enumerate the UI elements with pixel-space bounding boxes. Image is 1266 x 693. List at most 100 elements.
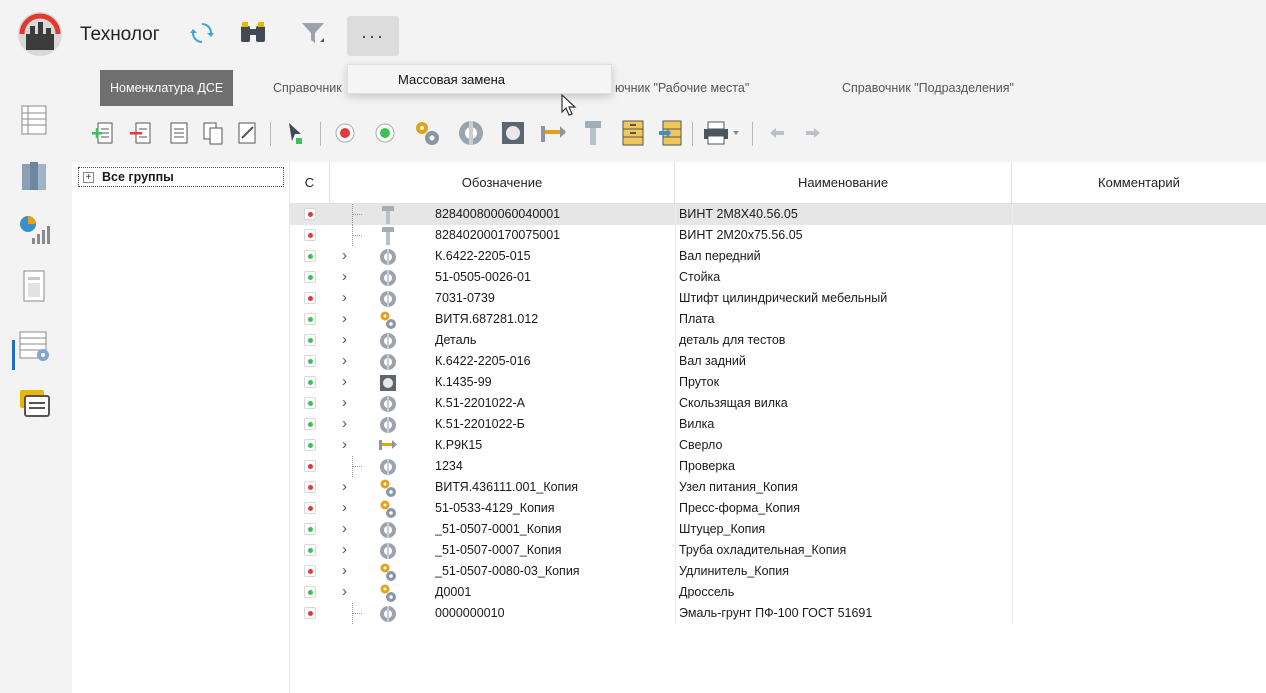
tree-root-all-groups[interactable]: + Все группы (78, 167, 284, 187)
circle-part-icon[interactable] (456, 118, 486, 148)
tab-departments[interactable]: Справочник "Подразделения" (842, 70, 1014, 106)
table-row[interactable]: › _51-0507-0007_Копия Труба охладительная_… (290, 540, 1266, 561)
expand-chevron-icon[interactable]: › (342, 330, 347, 350)
books-icon[interactable] (16, 158, 52, 194)
forward-arrow-icon[interactable] (798, 118, 828, 148)
table-settings-icon[interactable] (16, 328, 52, 364)
table-row[interactable]: › _51-0507-0001_Копия Штуцер_Копия (290, 519, 1266, 540)
column-divider (675, 414, 676, 435)
document-icon[interactable] (16, 268, 52, 304)
table-row[interactable]: › ВИТЯ.436111.001_Копия Узел питания_Копия (290, 477, 1266, 498)
table-row[interactable]: › 51-0505-0026-01 Стойка (290, 267, 1266, 288)
table-row[interactable]: 828402000170075001 ВИНТ 2М20х75.56.05 (290, 225, 1266, 246)
expand-chevron-icon[interactable]: › (342, 393, 347, 413)
bolt-icon[interactable] (578, 118, 608, 148)
column-divider (1012, 246, 1013, 267)
table-row[interactable]: › К.6422-2205-016 Вал задний (290, 351, 1266, 372)
square-icon (378, 373, 398, 393)
cell-name: ВИНТ 2М20х75.56.05 (679, 228, 803, 242)
table-row[interactable]: › К.6422-2205-015 Вал передний (290, 246, 1266, 267)
cursor-icon[interactable] (280, 118, 310, 148)
table-row[interactable]: 0000000010 Эмаль-грунт ПФ-100 ГОСТ 51691 (290, 603, 1266, 624)
column-header-status[interactable]: С (290, 162, 330, 204)
column-header-name[interactable]: Наименование (675, 162, 1012, 204)
column-divider (1012, 477, 1013, 498)
gears-icon[interactable] (412, 118, 442, 148)
menu-item-mass-replace[interactable]: Массовая замена (398, 72, 505, 87)
tab-directory[interactable]: Справочник (273, 70, 345, 106)
edit-icon[interactable] (232, 118, 262, 148)
table-row[interactable]: › Д0001 Дроссель (290, 582, 1266, 603)
tab-workplaces[interactable]: ючник "Рабочие места" (615, 70, 749, 106)
table-row[interactable]: › _51-0507-0080-03_Копия Удлинитель_Копия (290, 561, 1266, 582)
remove-row-icon[interactable] (126, 118, 156, 148)
messages-icon[interactable] (16, 386, 52, 422)
expand-chevron-icon[interactable]: › (342, 582, 347, 602)
printer-icon[interactable] (700, 118, 744, 148)
expand-chevron-icon[interactable]: › (342, 498, 347, 518)
toolbar-separator (320, 122, 321, 146)
cell-name: ВИНТ 2М8Х40.56.05 (679, 207, 798, 221)
expand-chevron-icon[interactable]: › (342, 246, 347, 266)
analytics-icon[interactable] (16, 212, 52, 248)
table-row[interactable]: 828400800060040001 ВИНТ 2М8Х40.56.05 (290, 204, 1266, 225)
cabinet-arrow-icon[interactable] (656, 118, 686, 148)
status-dot (308, 275, 313, 280)
list-icon[interactable] (164, 118, 194, 148)
toolbar-separator (270, 122, 271, 146)
column-divider (675, 477, 676, 498)
tree-expander[interactable]: + (83, 171, 94, 183)
circle-icon (378, 331, 398, 351)
status-indicator-green (304, 586, 316, 598)
status-dot (308, 527, 313, 532)
add-row-icon[interactable] (88, 118, 118, 148)
tab-nomenclature[interactable]: Номенклатура ДСЕ (100, 70, 234, 106)
table-row[interactable]: 1234 Проверка (290, 456, 1266, 477)
more-options-button[interactable]: ··· (347, 16, 399, 56)
red-status-icon[interactable] (330, 118, 360, 148)
copy-icon[interactable] (198, 118, 228, 148)
expand-chevron-icon[interactable]: › (342, 351, 347, 371)
tree-connector (352, 603, 362, 624)
expand-chevron-icon[interactable]: › (342, 477, 347, 497)
table-row[interactable]: › К.51-2201022-Б Вилка (290, 414, 1266, 435)
table-list-icon[interactable] (16, 102, 52, 138)
column-divider (1012, 288, 1013, 309)
cabinet-icon[interactable] (618, 118, 648, 148)
filter-icon[interactable] (298, 18, 328, 48)
table-row[interactable]: › 51-0533-4129_Копия Пресс-форма_Копия (290, 498, 1266, 519)
column-header-comment[interactable]: Комментарий (1012, 162, 1266, 204)
square-part-icon[interactable] (498, 118, 528, 148)
circle-icon (378, 541, 398, 561)
table-row[interactable]: › 7031-0739 Штифт цилиндрический мебельный (290, 288, 1266, 309)
status-indicator-red (304, 607, 316, 619)
green-status-icon[interactable] (370, 118, 400, 148)
back-arrow-icon[interactable] (762, 118, 792, 148)
binoculars-icon[interactable] (238, 18, 268, 48)
expand-chevron-icon[interactable]: › (342, 561, 347, 581)
table-row[interactable]: › К.Р9К15 Сверло (290, 435, 1266, 456)
expand-chevron-icon[interactable]: › (342, 309, 347, 329)
expand-chevron-icon[interactable]: › (342, 414, 347, 434)
expand-chevron-icon[interactable]: › (342, 372, 347, 392)
table-row[interactable]: › К.51-2201022-А Скользящая вилка (290, 393, 1266, 414)
cell-designation: К.1435-99 (435, 375, 492, 389)
expand-chevron-icon[interactable]: › (342, 519, 347, 539)
column-divider (1012, 330, 1013, 351)
column-divider (675, 603, 676, 624)
expand-chevron-icon[interactable]: › (342, 288, 347, 308)
tree-connector (352, 456, 362, 477)
expand-chevron-icon[interactable]: › (342, 540, 347, 560)
refresh-icon[interactable] (187, 18, 217, 48)
expand-chevron-icon[interactable]: › (342, 435, 347, 455)
table-row[interactable]: › Деталь деталь для тестов (290, 330, 1266, 351)
table-row[interactable]: › ВИТЯ.687281.012 Плата (290, 309, 1266, 330)
table-row[interactable]: › К.1435-99 Пруток (290, 372, 1266, 393)
cell-designation: 1234 (435, 459, 463, 473)
cell-designation: 7031-0739 (435, 291, 495, 305)
cell-name: Эмаль-грунт ПФ-100 ГОСТ 51691 (679, 606, 873, 620)
grid-header: С Обозначение Наименование Комментарий (290, 162, 1266, 204)
drill-icon[interactable] (538, 118, 568, 148)
expand-chevron-icon[interactable]: › (342, 267, 347, 287)
column-header-designation[interactable]: Обозначение (330, 162, 675, 204)
